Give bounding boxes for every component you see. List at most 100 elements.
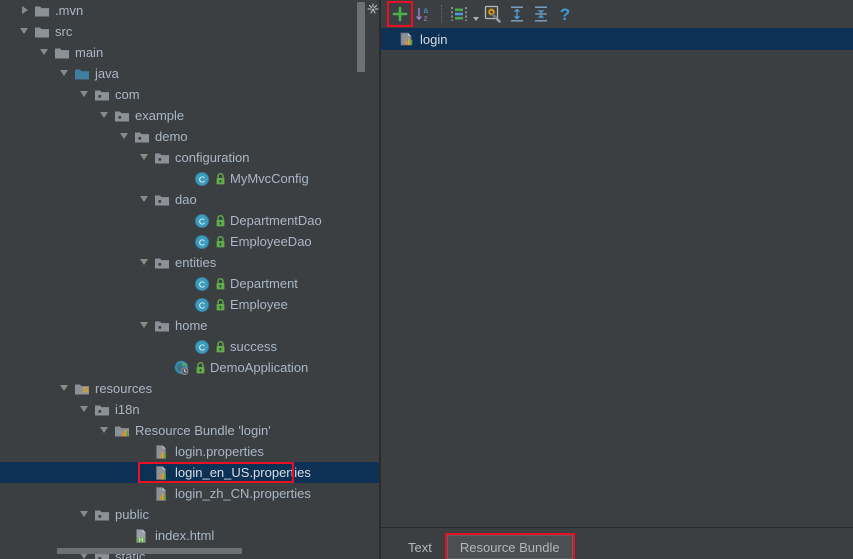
tree-item-configuration[interactable]: configuration bbox=[0, 147, 381, 168]
lock-icon bbox=[215, 277, 226, 291]
folder-package-icon bbox=[154, 255, 170, 271]
tree-item-home[interactable]: home bbox=[0, 315, 381, 336]
tree-item-demo[interactable]: demo bbox=[0, 126, 381, 147]
collapse-all-button[interactable] bbox=[529, 2, 553, 26]
java-class-icon: C bbox=[194, 339, 210, 355]
tree-vertical-scrollbar-thumb[interactable] bbox=[357, 2, 365, 72]
folder-package-icon bbox=[94, 87, 110, 103]
tree-item-label: Department bbox=[230, 276, 298, 291]
tree-item-label: EmployeeDao bbox=[230, 234, 312, 249]
chevron-down-icon[interactable] bbox=[80, 509, 91, 520]
group-by-prefix-button[interactable] bbox=[447, 2, 471, 26]
tree-item-src[interactable]: src bbox=[0, 21, 381, 42]
tree-item-employeedao[interactable]: C EmployeeDao bbox=[0, 231, 381, 252]
tree-item-mymvcconfig[interactable]: C MyMvcConfig bbox=[0, 168, 381, 189]
tree-item-com[interactable]: com bbox=[0, 84, 381, 105]
tree-item-demoapplication[interactable]: DemoApplication bbox=[0, 357, 381, 378]
tree-item-java[interactable]: java bbox=[0, 63, 381, 84]
tree-item-label: Employee bbox=[230, 297, 288, 312]
tree-item-entities[interactable]: entities bbox=[0, 252, 381, 273]
project-tree-rows[interactable]: .mvn src main java com example demo configurati… bbox=[0, 0, 381, 559]
tree-item-label: MyMvcConfig bbox=[230, 171, 309, 186]
tree-vertical-scrollbar-track[interactable] bbox=[357, 0, 373, 559]
expand-all-icon bbox=[511, 6, 523, 22]
tree-item-label: index.html bbox=[155, 528, 215, 543]
tree-item-dao[interactable]: dao bbox=[0, 189, 381, 210]
tree-item-public[interactable]: public bbox=[0, 504, 381, 525]
chevron-down-icon[interactable] bbox=[100, 110, 111, 121]
bundle-list[interactable]: login bbox=[381, 28, 853, 527]
chevron-down-icon[interactable] bbox=[80, 89, 91, 100]
tree-item-departmentdao[interactable]: C DepartmentDao bbox=[0, 210, 381, 231]
folder-package-icon bbox=[154, 192, 170, 208]
gear-wrench-icon bbox=[484, 5, 501, 23]
svg-text:H: H bbox=[139, 537, 143, 543]
tree-horizontal-scrollbar-thumb[interactable] bbox=[57, 548, 242, 554]
tree-item-label: DemoApplication bbox=[210, 360, 309, 375]
tree-item-resource-bundle-login[interactable]: Resource Bundle 'login' bbox=[0, 420, 381, 441]
folder-source-icon bbox=[74, 66, 90, 82]
tree-item-login-properties[interactable]: login.properties bbox=[0, 441, 381, 462]
project-tree-panel[interactable]: .mvn src main java com example demo configurati… bbox=[0, 0, 381, 559]
tree-item-resources[interactable]: resources bbox=[0, 378, 381, 399]
tree-item-label: main bbox=[75, 45, 104, 60]
tree-item-label: login_en_US.properties bbox=[175, 465, 311, 480]
folder-package-icon bbox=[134, 129, 150, 145]
tree-item-department[interactable]: C Department bbox=[0, 273, 381, 294]
tree-item-login-zh-cn-properties[interactable]: login_zh_CN.properties bbox=[0, 483, 381, 504]
tree-item-label: i18n bbox=[115, 402, 140, 417]
tree-item-mvn[interactable]: .mvn bbox=[0, 0, 381, 21]
folder-plain-icon bbox=[54, 45, 70, 61]
bundle-list-item-login[interactable]: login bbox=[381, 28, 853, 50]
tab-resource-bundle[interactable]: Resource Bundle bbox=[444, 533, 575, 559]
chevron-down-icon[interactable] bbox=[60, 68, 71, 79]
tree-item-index-html[interactable]: Hindex.html bbox=[0, 525, 381, 546]
chevron-down-icon[interactable] bbox=[40, 47, 51, 58]
chevron-down-icon[interactable] bbox=[80, 404, 91, 415]
chevron-down-icon[interactable] bbox=[140, 152, 151, 163]
tree-item-label: DepartmentDao bbox=[230, 213, 322, 228]
chevron-right-icon[interactable] bbox=[20, 5, 31, 16]
folder-package-icon bbox=[154, 318, 170, 334]
chevron-down-icon[interactable] bbox=[120, 131, 131, 142]
tree-item-login-en-us-properties[interactable]: login_en_US.properties bbox=[0, 462, 381, 483]
html-file-icon: H bbox=[134, 528, 150, 544]
ide-window: .mvn src main java com example demo configurati… bbox=[0, 0, 853, 559]
tree-item-example[interactable]: example bbox=[0, 105, 381, 126]
chevron-down-icon[interactable] bbox=[140, 194, 151, 205]
lock-icon bbox=[195, 361, 206, 375]
add-property-button[interactable] bbox=[387, 1, 413, 27]
sort-alphabetically-button[interactable]: a z bbox=[412, 2, 436, 26]
properties-file-icon bbox=[154, 486, 170, 502]
expand-all-button[interactable] bbox=[505, 2, 529, 26]
svg-text:C: C bbox=[199, 279, 205, 289]
tab-text[interactable]: Text bbox=[395, 535, 445, 559]
tree-item-employee[interactable]: C Employee bbox=[0, 294, 381, 315]
chevron-down-icon[interactable] bbox=[100, 425, 111, 436]
tree-item-i18n[interactable]: i18n bbox=[0, 399, 381, 420]
tree-item-main[interactable]: main bbox=[0, 42, 381, 63]
tree-item-success[interactable]: Csuccess bbox=[0, 336, 381, 357]
chevron-down-icon[interactable] bbox=[60, 383, 71, 394]
settings-button[interactable] bbox=[481, 2, 505, 26]
chevron-down-icon[interactable] bbox=[140, 257, 151, 268]
chevron-down-icon[interactable] bbox=[140, 320, 151, 331]
editor-tab-strip[interactable]: Text Resource Bundle bbox=[381, 527, 575, 559]
tree-item-label: success bbox=[230, 339, 277, 354]
lock-icon bbox=[215, 235, 226, 249]
chevron-down-icon[interactable] bbox=[471, 2, 481, 26]
help-button[interactable]: ? bbox=[553, 2, 577, 26]
chevron-down-icon[interactable] bbox=[20, 26, 31, 37]
